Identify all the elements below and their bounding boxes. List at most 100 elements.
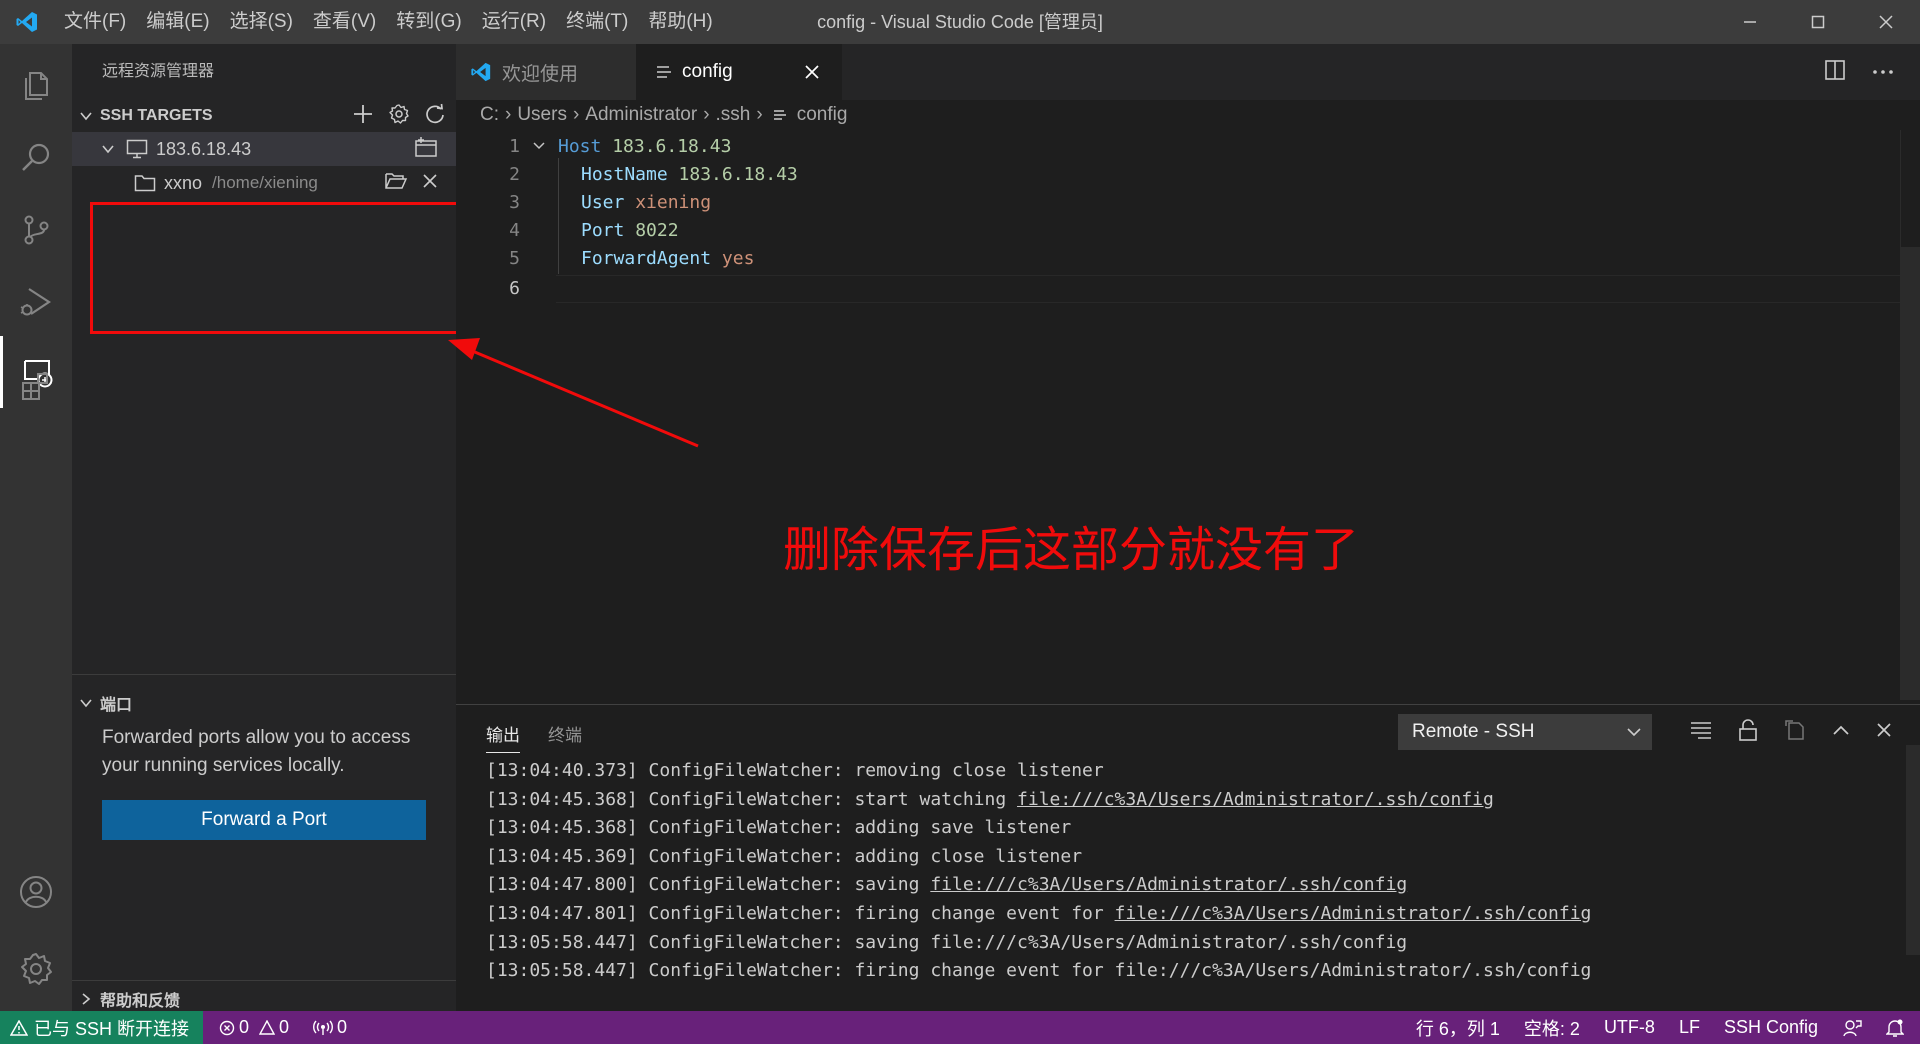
settings-gear-icon[interactable] [0,933,72,1005]
refresh-icon[interactable] [424,103,446,130]
annotation-arrow [448,338,699,448]
code-value: 183.6.18.43 [612,135,732,157]
menu-selection[interactable]: 选择(S) [220,0,303,44]
activity-bar [0,44,72,1011]
title-bar: 文件(F) 编辑(E) 选择(S) 查看(V) 转到(G) 运行(R) 终端(T… [0,0,1920,44]
warning-icon [10,1019,28,1036]
log-line: [13:05:58.447] ConfigFileWatcher: firing… [486,960,1592,982]
log-line: [13:04:40.373] ConfigFileWatcher: removi… [486,760,1104,781]
remote-folder-item[interactable]: xxno /home/xiening [72,166,456,200]
editor-scrollbar-thumb[interactable] [1901,247,1920,700]
ssh-targets-header[interactable]: SSH TARGETS [72,100,456,132]
maximize-panel-icon[interactable] [1832,723,1850,742]
chevron-right-icon: › [703,104,710,125]
panel-scrollbar[interactable] [1906,745,1920,955]
explorer-icon[interactable] [0,50,72,122]
tab-welcome-label: 欢迎使用 [502,63,579,85]
problems-status[interactable]: 0 0 [203,1017,301,1038]
chevron-right-icon [72,992,100,1006]
breadcrumb-users[interactable]: Users [517,104,567,126]
menu-go[interactable]: 转到(G) [386,0,471,44]
split-editor-icon[interactable] [1824,59,1846,86]
code-keyword: Host [558,135,602,157]
extensions-icon[interactable] [0,350,72,422]
folder-icon [134,174,156,192]
source-control-icon[interactable] [0,194,72,266]
breadcrumb-drive[interactable]: C: [480,104,499,126]
tab-welcome[interactable]: 欢迎使用 [456,44,636,100]
feedback-icon[interactable] [1830,1018,1874,1038]
ssh-host-item[interactable]: 183.6.18.43 [72,132,456,166]
tab-output[interactable]: 输出 [486,721,520,753]
more-actions-icon[interactable] [1872,63,1894,81]
fold-chevron-icon[interactable] [532,139,546,153]
chevron-down-icon [72,109,100,123]
warning-icon [259,1020,276,1035]
annotation-text: 删除保存后这部分就没有了 [783,522,1360,578]
eol-status[interactable]: LF [1667,1017,1712,1038]
editor-tabs: 欢迎使用 config [456,44,1920,100]
line-number: 2 [509,163,520,185]
menu-run[interactable]: 运行(R) [472,0,556,44]
language-mode[interactable]: SSH Config [1712,1017,1830,1038]
ports-header[interactable]: 端口 [72,687,456,719]
menu-edit[interactable]: 编辑(E) [136,0,219,44]
status-bar: 已与 SSH 断开连接 0 0 0 行 6，列 1 空格: 2 UTF-8 LF… [0,1011,1920,1044]
code-line: 3 User xiening [456,188,711,216]
maximize-button[interactable] [1784,0,1852,44]
encoding-status[interactable]: UTF-8 [1592,1017,1667,1038]
open-folder-icon[interactable] [384,171,408,196]
add-new-icon[interactable] [352,103,374,130]
search-icon[interactable] [0,122,72,194]
file-lines-icon [656,65,672,79]
code-line: 1 Host 183.6.18.43 [456,132,731,160]
notifications-bell-icon[interactable] [1874,1018,1920,1038]
close-panel-icon[interactable] [1876,722,1892,743]
tab-terminal[interactable]: 终端 [548,721,582,753]
error-icon [219,1020,235,1036]
breadcrumb-config[interactable]: config [797,104,848,126]
connect-new-window-icon[interactable] [414,136,438,163]
help-feedback-label: 帮助和反馈 [100,993,181,1010]
run-debug-icon[interactable] [0,266,72,338]
close-tab-icon[interactable] [804,64,820,80]
configure-gear-icon[interactable] [388,103,410,130]
line-number: 5 [509,247,520,269]
file-link[interactable]: file:///c%3A/Users/Administrator/.ssh/co… [1017,789,1494,810]
ports-section: 端口 [72,674,456,719]
forwarded-ports-status[interactable]: 0 [301,1017,359,1038]
output-channel-select[interactable]: Remote - SSH [1398,714,1652,750]
remote-status-indicator[interactable]: 已与 SSH 断开连接 [0,1011,204,1044]
menu-view[interactable]: 查看(V) [303,0,386,44]
menu-file[interactable]: 文件(F) [54,0,136,44]
indentation-status[interactable]: 空格: 2 [1512,1015,1592,1041]
file-link[interactable]: file:///c%3A/Users/Administrator/.ssh/co… [930,874,1407,895]
remove-folder-icon[interactable] [422,173,438,194]
ssh-host-label: 183.6.18.43 [156,138,252,159]
clear-output-icon[interactable] [1690,720,1712,745]
output-panel: 输出 终端 Remote - SSH [13:04:40.373] Config… [456,704,1920,1011]
open-log-file-icon[interactable] [1784,719,1806,746]
log-line: [13:04:47.801] ConfigFileWatcher: firing… [486,902,1592,924]
breadcrumb-administrator[interactable]: Administrator [585,104,697,126]
tab-config[interactable]: config [636,44,842,100]
window-controls [1716,0,1920,44]
sidebar-title: 远程资源管理器 [102,63,215,80]
chevron-down-icon [94,142,122,156]
line-number: 1 [509,135,520,157]
lock-scroll-icon[interactable] [1738,718,1758,746]
breadcrumb-ssh[interactable]: .ssh [716,104,751,126]
close-window-button[interactable] [1852,0,1920,44]
chevron-right-icon: › [505,104,512,125]
minimize-button[interactable] [1716,0,1784,44]
cursor-position[interactable]: 行 6，列 1 [1404,1015,1512,1041]
menu-terminal[interactable]: 终端(T) [556,0,638,44]
accounts-icon[interactable] [0,856,72,928]
remote-status-label: 已与 SSH 断开连接 [34,1018,190,1039]
menu-help[interactable]: 帮助(H) [638,0,722,44]
code-value: yes [721,247,755,269]
forward-port-button[interactable]: Forward a Port [102,800,426,840]
file-link[interactable]: file:///c%3A/Users/Administrator/.ssh/co… [1115,903,1592,924]
chevron-down-icon [72,696,100,710]
broadcast-icon [313,1020,334,1036]
